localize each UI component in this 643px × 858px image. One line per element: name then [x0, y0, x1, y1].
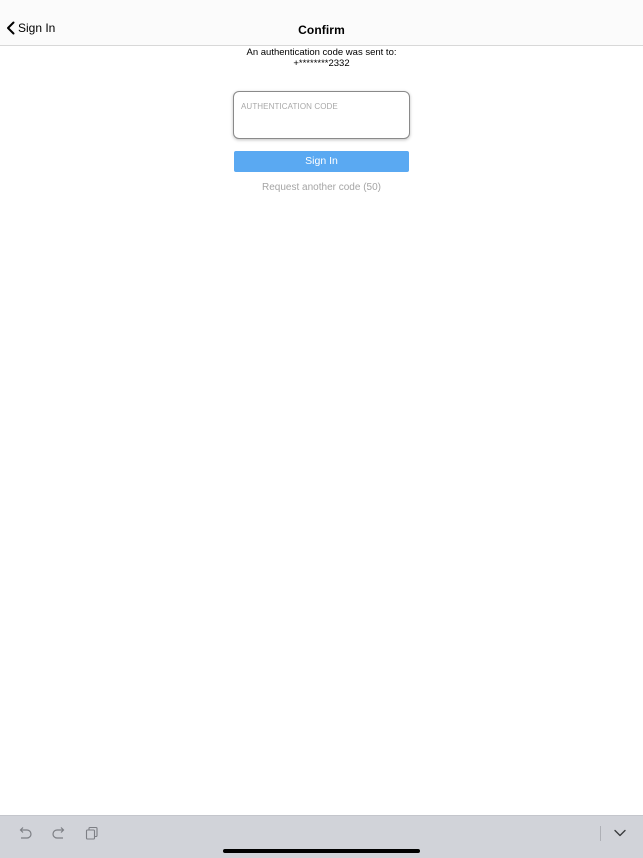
authentication-code-input[interactable] [241, 102, 401, 111]
page-title: Confirm [298, 23, 345, 37]
toolbar-divider [600, 826, 601, 841]
dismiss-keyboard-icon[interactable] [613, 828, 627, 838]
sign-in-button[interactable]: Sign In [234, 151, 409, 172]
navigation-bar: Sign In Confirm [0, 0, 643, 46]
sent-message-text: An authentication code was sent to: [246, 47, 397, 58]
code-sent-message: An authentication code was sent to: +***… [0, 47, 643, 69]
masked-phone-number: +********2332 [293, 58, 350, 69]
home-indicator[interactable] [223, 849, 420, 853]
request-another-code-link[interactable]: Request another code (50) [0, 182, 643, 193]
redo-icon[interactable] [51, 826, 67, 840]
paste-icon[interactable] [85, 826, 99, 840]
undo-icon[interactable] [17, 826, 33, 840]
confirm-screen: Sign In Confirm An authentication code w… [0, 0, 643, 858]
authentication-code-field[interactable] [233, 91, 410, 139]
auth-form: An authentication code was sent to: +***… [0, 46, 643, 193]
